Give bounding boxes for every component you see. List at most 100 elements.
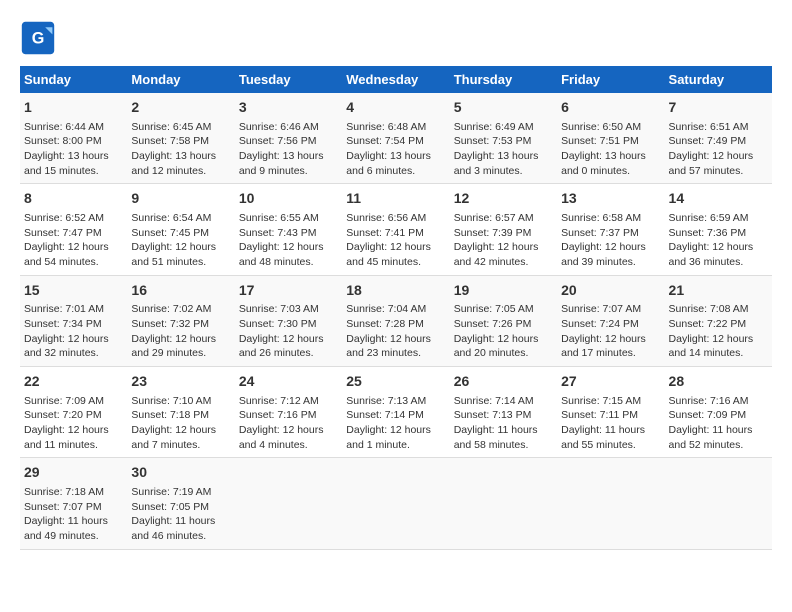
day-cell: 8 Sunrise: 6:52 AM Sunset: 7:47 PM Daylig… xyxy=(20,184,127,275)
day-info: Sunrise: 6:55 AM Sunset: 7:43 PM Dayligh… xyxy=(239,212,324,268)
day-cell: 5Sunrise: 6:49 AM Sunset: 7:53 PM Daylig… xyxy=(450,93,557,184)
day-info: Sunrise: 7:05 AM Sunset: 7:26 PM Dayligh… xyxy=(454,303,539,359)
day-info: Sunrise: 7:12 AM Sunset: 7:16 PM Dayligh… xyxy=(239,395,324,451)
day-number: 8 xyxy=(24,189,123,209)
day-number: 7 xyxy=(669,98,768,118)
header-cell-tuesday: Tuesday xyxy=(235,66,342,93)
day-cell: 21Sunrise: 7:08 AM Sunset: 7:22 PM Dayli… xyxy=(665,275,772,366)
header-cell-saturday: Saturday xyxy=(665,66,772,93)
week-row-4: 22Sunrise: 7:09 AM Sunset: 7:20 PM Dayli… xyxy=(20,367,772,458)
day-number: 28 xyxy=(669,372,768,392)
day-cell: 29Sunrise: 7:18 AM Sunset: 7:07 PM Dayli… xyxy=(20,458,127,549)
day-cell: 6 Sunrise: 6:50 AM Sunset: 7:51 PM Daylig… xyxy=(557,93,664,184)
day-info: Sunrise: 7:01 AM Sunset: 7:34 PM Dayligh… xyxy=(24,303,109,359)
day-info: Sunrise: 6:51 AM Sunset: 7:49 PM Dayligh… xyxy=(669,121,754,177)
day-number: 4 xyxy=(346,98,445,118)
logo: G xyxy=(20,20,60,56)
day-cell: 26 Sunrise: 7:14 AM Sunset: 7:13 PM Dayli… xyxy=(450,367,557,458)
header-cell-thursday: Thursday xyxy=(450,66,557,93)
day-number: 20 xyxy=(561,281,660,301)
day-info: Sunrise: 6:44 AM Sunset: 8:00 PM Dayligh… xyxy=(24,121,109,177)
header-cell-monday: Monday xyxy=(127,66,234,93)
day-cell: 11 Sunrise: 6:56 AM Sunset: 7:41 PM Dayli… xyxy=(342,184,449,275)
day-info: Sunrise: 7:16 AM Sunset: 7:09 PM Dayligh… xyxy=(669,395,753,451)
day-number: 13 xyxy=(561,189,660,209)
week-row-1: 1 Sunrise: 6:44 AM Sunset: 8:00 PM Daylig… xyxy=(20,93,772,184)
day-number: 26 xyxy=(454,372,553,392)
day-cell: 20Sunrise: 7:07 AM Sunset: 7:24 PM Dayli… xyxy=(557,275,664,366)
day-info: Sunrise: 6:52 AM Sunset: 7:47 PM Dayligh… xyxy=(24,212,109,268)
day-cell: 4 Sunrise: 6:48 AM Sunset: 7:54 PM Daylig… xyxy=(342,93,449,184)
day-number: 19 xyxy=(454,281,553,301)
day-cell: 19Sunrise: 7:05 AM Sunset: 7:26 PM Dayli… xyxy=(450,275,557,366)
day-cell: 28 Sunrise: 7:16 AM Sunset: 7:09 PM Dayli… xyxy=(665,367,772,458)
day-info: Sunrise: 7:18 AM Sunset: 7:07 PM Dayligh… xyxy=(24,486,108,542)
day-number: 14 xyxy=(669,189,768,209)
day-cell xyxy=(557,458,664,549)
day-info: Sunrise: 6:48 AM Sunset: 7:54 PM Dayligh… xyxy=(346,121,431,177)
day-number: 25 xyxy=(346,372,445,392)
day-cell: 17Sunrise: 7:03 AM Sunset: 7:30 PM Dayli… xyxy=(235,275,342,366)
day-number: 21 xyxy=(669,281,768,301)
calendar-table: SundayMondayTuesdayWednesdayThursdayFrid… xyxy=(20,66,772,550)
day-number: 1 xyxy=(24,98,123,118)
day-info: Sunrise: 7:19 AM Sunset: 7:05 PM Dayligh… xyxy=(131,486,215,542)
header-cell-friday: Friday xyxy=(557,66,664,93)
page-header: G xyxy=(20,20,772,56)
day-info: Sunrise: 7:03 AM Sunset: 7:30 PM Dayligh… xyxy=(239,303,324,359)
day-info: Sunrise: 7:10 AM Sunset: 7:18 PM Dayligh… xyxy=(131,395,216,451)
day-cell: 16Sunrise: 7:02 AM Sunset: 7:32 PM Dayli… xyxy=(127,275,234,366)
day-info: Sunrise: 7:04 AM Sunset: 7:28 PM Dayligh… xyxy=(346,303,431,359)
day-info: Sunrise: 7:09 AM Sunset: 7:20 PM Dayligh… xyxy=(24,395,109,451)
day-number: 24 xyxy=(239,372,338,392)
day-info: Sunrise: 6:45 AM Sunset: 7:58 PM Dayligh… xyxy=(131,121,216,177)
day-number: 30 xyxy=(131,463,230,483)
day-cell: 25 Sunrise: 7:13 AM Sunset: 7:14 PM Dayli… xyxy=(342,367,449,458)
day-number: 27 xyxy=(561,372,660,392)
day-info: Sunrise: 6:46 AM Sunset: 7:56 PM Dayligh… xyxy=(239,121,324,177)
header-row: SundayMondayTuesdayWednesdayThursdayFrid… xyxy=(20,66,772,93)
day-cell: 13 Sunrise: 6:58 AM Sunset: 7:37 PM Dayli… xyxy=(557,184,664,275)
day-number: 12 xyxy=(454,189,553,209)
day-info: Sunrise: 6:58 AM Sunset: 7:37 PM Dayligh… xyxy=(561,212,646,268)
day-info: Sunrise: 6:56 AM Sunset: 7:41 PM Dayligh… xyxy=(346,212,431,268)
day-info: Sunrise: 7:13 AM Sunset: 7:14 PM Dayligh… xyxy=(346,395,431,451)
day-info: Sunrise: 6:59 AM Sunset: 7:36 PM Dayligh… xyxy=(669,212,754,268)
header-cell-sunday: Sunday xyxy=(20,66,127,93)
day-info: Sunrise: 7:14 AM Sunset: 7:13 PM Dayligh… xyxy=(454,395,538,451)
header-cell-wednesday: Wednesday xyxy=(342,66,449,93)
calendar-body: 1 Sunrise: 6:44 AM Sunset: 8:00 PM Daylig… xyxy=(20,93,772,549)
day-number: 18 xyxy=(346,281,445,301)
day-info: Sunrise: 6:54 AM Sunset: 7:45 PM Dayligh… xyxy=(131,212,216,268)
day-info: Sunrise: 6:50 AM Sunset: 7:51 PM Dayligh… xyxy=(561,121,646,177)
day-number: 23 xyxy=(131,372,230,392)
day-cell: 10Sunrise: 6:55 AM Sunset: 7:43 PM Dayli… xyxy=(235,184,342,275)
day-number: 3 xyxy=(239,98,338,118)
day-number: 9 xyxy=(131,189,230,209)
day-number: 6 xyxy=(561,98,660,118)
day-number: 17 xyxy=(239,281,338,301)
week-row-3: 15Sunrise: 7:01 AM Sunset: 7:34 PM Dayli… xyxy=(20,275,772,366)
day-info: Sunrise: 7:02 AM Sunset: 7:32 PM Dayligh… xyxy=(131,303,216,359)
week-row-2: 8 Sunrise: 6:52 AM Sunset: 7:47 PM Daylig… xyxy=(20,184,772,275)
day-number: 2 xyxy=(131,98,230,118)
day-cell: 23 Sunrise: 7:10 AM Sunset: 7:18 PM Dayli… xyxy=(127,367,234,458)
day-number: 11 xyxy=(346,189,445,209)
day-cell: 30 Sunrise: 7:19 AM Sunset: 7:05 PM Dayli… xyxy=(127,458,234,549)
day-info: Sunrise: 6:57 AM Sunset: 7:39 PM Dayligh… xyxy=(454,212,539,268)
day-cell xyxy=(665,458,772,549)
day-info: Sunrise: 7:08 AM Sunset: 7:22 PM Dayligh… xyxy=(669,303,754,359)
day-cell: 7 Sunrise: 6:51 AM Sunset: 7:49 PM Daylig… xyxy=(665,93,772,184)
day-cell: 9 Sunrise: 6:54 AM Sunset: 7:45 PM Daylig… xyxy=(127,184,234,275)
day-cell: 3 Sunrise: 6:46 AM Sunset: 7:56 PM Daylig… xyxy=(235,93,342,184)
day-cell: 14 Sunrise: 6:59 AM Sunset: 7:36 PM Dayli… xyxy=(665,184,772,275)
logo-icon: G xyxy=(20,20,56,56)
day-cell xyxy=(235,458,342,549)
day-cell: 24 Sunrise: 7:12 AM Sunset: 7:16 PM Dayli… xyxy=(235,367,342,458)
day-cell: 27 Sunrise: 7:15 AM Sunset: 7:11 PM Dayli… xyxy=(557,367,664,458)
day-cell: 2 Sunrise: 6:45 AM Sunset: 7:58 PM Daylig… xyxy=(127,93,234,184)
day-info: Sunrise: 7:15 AM Sunset: 7:11 PM Dayligh… xyxy=(561,395,645,451)
day-number: 15 xyxy=(24,281,123,301)
calendar-header: SundayMondayTuesdayWednesdayThursdayFrid… xyxy=(20,66,772,93)
day-cell xyxy=(342,458,449,549)
